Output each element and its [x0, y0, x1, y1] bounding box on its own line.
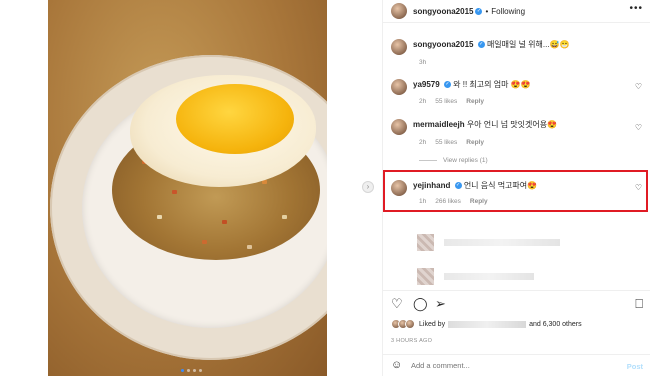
add-comment-bar: ☺ Post: [383, 354, 650, 376]
comment-text: 와 !! 최고의 엄마 😍😍: [453, 80, 531, 89]
heart-icon[interactable]: ♡: [635, 183, 642, 192]
comment-icon[interactable]: ◯: [413, 296, 428, 312]
more-options-icon[interactable]: •••: [629, 3, 643, 14]
avatar: [417, 234, 434, 251]
list-item: mermaidleejh 우아 언니 넘 맛잇겟어용😍: [391, 119, 557, 135]
comment-likes[interactable]: 55 likes: [435, 98, 457, 105]
liked-by-label: Liked by: [419, 320, 446, 328]
blurred-text: [444, 273, 534, 280]
avatar[interactable]: [391, 79, 407, 95]
avatar[interactable]: [391, 180, 407, 196]
list-item: yejinhand ✓ 언니 음식 먹고파여😍: [391, 180, 537, 196]
comment-time: 2h: [419, 98, 427, 105]
likes-summary: Liked by and 6,300 others: [391, 319, 582, 329]
header-username[interactable]: songyoona2015: [413, 7, 473, 16]
carousel-dots: [181, 369, 202, 372]
comment-input[interactable]: [411, 361, 611, 370]
egg-yolk: [176, 84, 294, 154]
blurred-username: [448, 320, 527, 328]
divider: [383, 290, 650, 291]
blurred-text: [444, 239, 560, 246]
avatar: [405, 319, 415, 329]
comment-likes[interactable]: 266 likes: [435, 198, 461, 205]
post-button[interactable]: Post: [627, 362, 643, 371]
comment-text: 우아 언니 넘 맛잇겟어용😍: [466, 120, 558, 129]
avatar[interactable]: [391, 3, 407, 19]
action-bar: ♡ ◯ ➢ ⎕: [383, 292, 650, 316]
comment-meta: 1h 266 likes Reply: [419, 198, 488, 205]
heart-icon[interactable]: ♡: [635, 123, 642, 132]
heart-icon[interactable]: ♡: [391, 296, 403, 312]
reply-button[interactable]: Reply: [466, 139, 484, 146]
view-replies-button[interactable]: View replies (1): [419, 157, 488, 164]
likes-count[interactable]: and 6,300 others: [529, 321, 582, 328]
comment-username[interactable]: mermaidleejh: [413, 120, 465, 129]
caption: songyoona2015 ✓ 매일매일 널 위해...😅😁: [391, 39, 570, 55]
post-sidebar: songyoona2015 ✓ • Following ••• songyoon…: [382, 0, 650, 376]
avatar[interactable]: [391, 119, 407, 135]
post-timestamp: 3 HOURS AGO: [391, 338, 433, 344]
avatar: [417, 268, 434, 285]
caption-username[interactable]: songyoona2015: [413, 40, 473, 49]
comment-meta: 2h 55 likes Reply: [419, 98, 484, 105]
comment-text: 언니 음식 먹고파여😍: [463, 181, 538, 190]
comment-time: 2h: [419, 139, 427, 146]
reply-button[interactable]: Reply: [470, 198, 488, 205]
comment-meta: 2h 55 likes Reply: [419, 139, 484, 146]
divider: [383, 22, 650, 23]
emoji-icon[interactable]: ☺: [391, 359, 402, 371]
verified-icon: ✓: [475, 7, 483, 15]
heart-icon[interactable]: ♡: [635, 82, 642, 91]
comment-username[interactable]: ya9579: [413, 80, 440, 89]
view-replies-label: View replies (1): [443, 157, 488, 164]
post-header: songyoona2015 ✓ • Following •••: [383, 0, 650, 22]
comment-time: 1h: [419, 198, 427, 205]
divider: [419, 160, 437, 161]
verified-icon: ✓: [443, 81, 451, 89]
separator: •: [485, 6, 489, 16]
following-button[interactable]: Following: [491, 7, 525, 16]
caption-meta: 3h: [419, 59, 426, 66]
caption-text: 매일매일 널 위해...😅😁: [486, 40, 570, 49]
share-icon[interactable]: ➢: [435, 296, 446, 312]
caption-time: 3h: [419, 59, 427, 66]
verified-icon: ✓: [477, 41, 485, 49]
chevron-right-icon[interactable]: ›: [362, 181, 374, 193]
bookmark-icon[interactable]: ⎕: [635, 296, 643, 312]
post-photo[interactable]: [48, 0, 327, 376]
list-item: ya9579 ✓ 와 !! 최고의 엄마 😍😍: [391, 79, 531, 95]
verified-icon: ✓: [454, 182, 462, 190]
avatar[interactable]: [391, 39, 407, 55]
reply-button[interactable]: Reply: [466, 98, 484, 105]
comment-username[interactable]: yejinhand: [413, 181, 450, 190]
blurred-comment: [417, 234, 560, 251]
comment-likes[interactable]: 55 likes: [435, 139, 457, 146]
blurred-comment: [417, 268, 534, 285]
